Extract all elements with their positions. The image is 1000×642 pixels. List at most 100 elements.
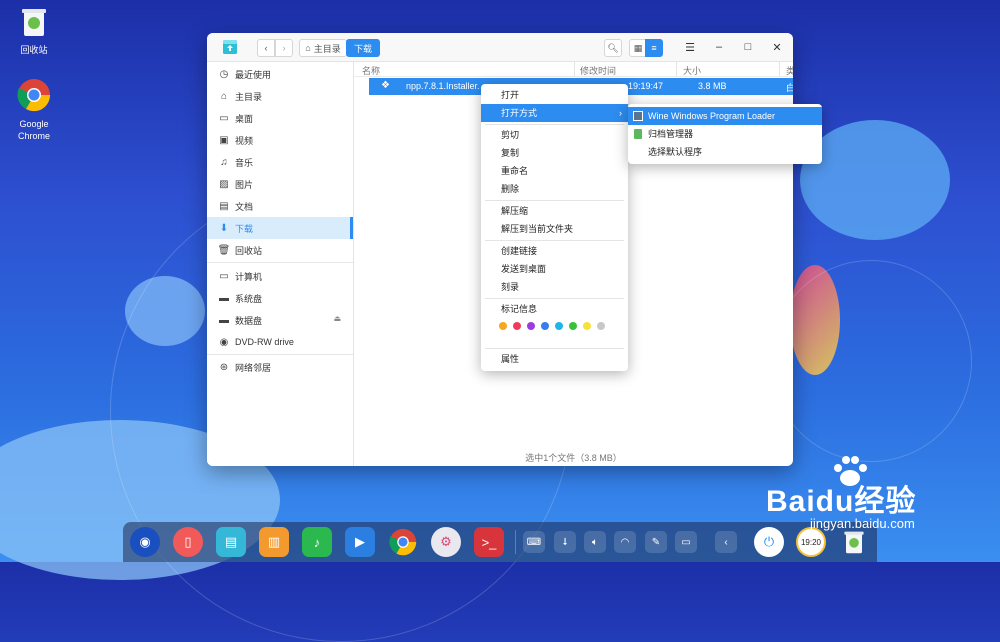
- sidebar-item-recent[interactable]: ◷ 最近使用: [207, 63, 353, 85]
- dock-terminal[interactable]: >_: [474, 527, 504, 557]
- menu-item-rename[interactable]: 重命名: [481, 162, 628, 180]
- sidebar-item-network[interactable]: ⊛ 网络邻居: [207, 356, 353, 378]
- sidebar-item-desktop[interactable]: ▭ 桌面: [207, 107, 353, 129]
- tag-color-cyan[interactable]: [555, 322, 563, 330]
- disk-icon: ▬: [219, 314, 229, 326]
- dock-chrome[interactable]: [388, 527, 418, 557]
- tag-color-blue[interactable]: [541, 322, 549, 330]
- submenu-item-wine[interactable]: Wine Windows Program Loader: [628, 107, 822, 125]
- sidebar-item-label: 计算机: [235, 271, 263, 282]
- chevron-left-icon: ‹: [264, 43, 268, 53]
- menu-item-cut[interactable]: 剪切: [481, 126, 628, 144]
- tray-pen[interactable]: ✎: [645, 531, 667, 553]
- menu-item-copy[interactable]: 复制: [481, 144, 628, 162]
- search-button[interactable]: 🔍︎: [604, 39, 622, 57]
- maximize-button[interactable]: □: [739, 39, 757, 55]
- menu-item-extract-here[interactable]: 解压到当前文件夹: [481, 220, 628, 238]
- open-with-submenu: Wine Windows Program Loader 归档管理器 选择默认程序: [628, 104, 822, 164]
- dock-file-manager[interactable]: ▤: [216, 527, 246, 557]
- sidebar-item-data-disk[interactable]: ▬ 数据盘 ⏏: [207, 309, 353, 331]
- menu-item-create-link[interactable]: 创建链接: [481, 242, 628, 260]
- submenu-item-label: Wine Windows Program Loader: [648, 111, 776, 121]
- forward-button[interactable]: ›: [275, 39, 293, 57]
- disk-icon: ▬: [219, 292, 229, 304]
- desktop-icon-trash[interactable]: 回收站: [4, 6, 64, 56]
- sidebar-item-home[interactable]: ⌂ 主目录: [207, 85, 353, 107]
- gear-icon: ⚙: [440, 534, 452, 549]
- breadcrumb-current-label: 下载: [353, 43, 372, 54]
- tray-usb[interactable]: ⭣: [554, 531, 576, 553]
- grid-icon: ▦: [633, 42, 643, 53]
- image-icon: ▨: [219, 178, 229, 190]
- tag-color-purple[interactable]: [527, 322, 535, 330]
- status-bar: 选中1个文件（3.8 MB）: [525, 453, 622, 463]
- clock-icon: ◷: [219, 68, 229, 80]
- list-view-button[interactable]: ≡: [645, 39, 663, 57]
- tag-color-orange[interactable]: [499, 322, 507, 330]
- sidebar-item-pictures[interactable]: ▨ 图片: [207, 173, 353, 195]
- desktop-icon-chrome[interactable]: Google Chrome: [4, 78, 64, 142]
- submenu-item-archive-manager[interactable]: 归档管理器: [628, 125, 822, 143]
- column-header: 名称 修改时间 大小 类: [354, 62, 793, 77]
- column-name[interactable]: 名称: [362, 64, 380, 77]
- menu-item-delete[interactable]: 删除: [481, 180, 628, 198]
- sidebar-item-documents[interactable]: ▤ 文档: [207, 195, 353, 217]
- breadcrumb-current[interactable]: 下载: [346, 39, 380, 57]
- column-size[interactable]: 大小: [683, 64, 701, 77]
- tray-wifi[interactable]: ◠: [614, 531, 636, 553]
- dock-video[interactable]: ▶: [345, 527, 375, 557]
- menu-item-burn[interactable]: 刻录: [481, 278, 628, 296]
- tag-color-yellow[interactable]: [583, 322, 591, 330]
- sidebar-item-dvd[interactable]: ◉ DVD-RW drive: [207, 331, 353, 353]
- tray-keyboard[interactable]: ⌨: [523, 531, 545, 553]
- menu-item-open[interactable]: 打开: [481, 86, 628, 104]
- back-button[interactable]: ‹: [257, 39, 275, 57]
- video-icon: ▣: [219, 134, 229, 146]
- dock-settings[interactable]: ⚙: [431, 527, 461, 557]
- list-icon: ≡: [651, 43, 657, 53]
- sidebar-item-label: 音乐: [235, 157, 254, 168]
- disc-icon: ◉: [219, 336, 229, 348]
- eject-icon[interactable]: ⏏: [333, 314, 341, 323]
- dock-music[interactable]: ♪: [302, 527, 332, 557]
- sidebar-item-label: 回收站: [235, 245, 263, 256]
- menu-item-extract[interactable]: 解压缩: [481, 202, 628, 220]
- pen-icon: ✎: [651, 536, 661, 548]
- sidebar-item-videos[interactable]: ▣ 视频: [207, 129, 353, 151]
- menu-item-properties[interactable]: 属性: [481, 350, 628, 368]
- tag-color-gray[interactable]: [597, 322, 605, 330]
- sidebar-item-system-disk[interactable]: ▬ 系统盘: [207, 287, 353, 309]
- desktop-icon-label: Google Chrome: [17, 119, 50, 141]
- tray-volume[interactable]: 🔈︎: [584, 531, 606, 553]
- chevron-right-icon: ›: [282, 43, 286, 53]
- dock-app-store[interactable]: ▥: [259, 527, 289, 557]
- dock-launcher[interactable]: ◉: [130, 527, 160, 557]
- menu-item-open-with[interactable]: 打开方式 ›: [481, 104, 628, 122]
- submenu-item-choose-default[interactable]: 选择默认程序: [628, 143, 822, 161]
- tray-battery[interactable]: ▭: [675, 531, 697, 553]
- sidebar-item-music[interactable]: ♫ 音乐: [207, 151, 353, 173]
- menu-item-send-to-desktop[interactable]: 发送到桌面: [481, 260, 628, 278]
- sidebar-item-computer[interactable]: ▭ 计算机: [207, 265, 353, 287]
- watermark-brand: Baidu经验: [766, 485, 917, 518]
- sidebar-item-downloads[interactable]: ⬇ 下载: [207, 217, 353, 239]
- close-button[interactable]: ✕: [768, 39, 786, 55]
- chevron-left-icon: ‹: [724, 536, 728, 548]
- tag-color-green[interactable]: [569, 322, 577, 330]
- menu-separator: [485, 240, 624, 241]
- dock-multitasking[interactable]: ▯: [173, 527, 203, 557]
- column-type[interactable]: 类: [786, 64, 793, 77]
- column-modified[interactable]: 修改时间: [580, 64, 616, 77]
- breadcrumb-home[interactable]: ⌂ 主目录: [299, 39, 347, 57]
- minimize-button[interactable]: –: [710, 39, 728, 55]
- sidebar-item-label: 网络邻居: [235, 362, 272, 373]
- tag-color-red[interactable]: [513, 322, 521, 330]
- tray-collapse[interactable]: ‹: [715, 531, 737, 553]
- music-icon: ♪: [313, 534, 321, 550]
- context-menu: 打开 打开方式 › 剪切 复制 重命名 删除 解压缩 解压到当前文件夹 创建链接…: [481, 84, 628, 371]
- titlebar: ‹ › ⌂ 主目录 下载 🔍︎ ▦ ≡ ☰ – □ ✕: [207, 33, 793, 62]
- minimize-icon: –: [715, 41, 723, 53]
- sidebar-item-trash[interactable]: 🗑︎ 回收站: [207, 239, 353, 261]
- sidebar-item-label: 主目录: [235, 91, 263, 102]
- menu-button[interactable]: ☰: [681, 39, 699, 55]
